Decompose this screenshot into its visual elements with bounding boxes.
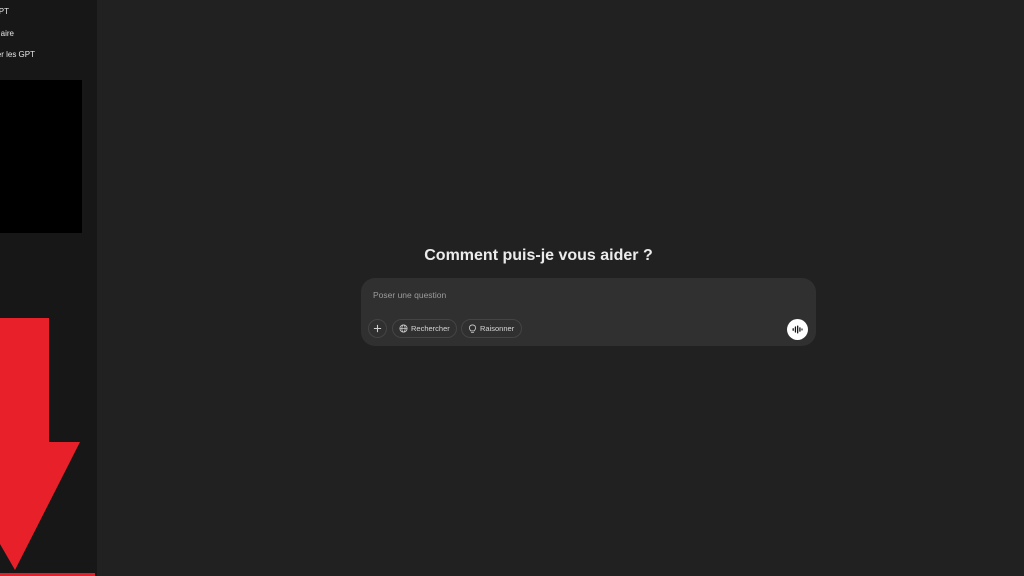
black-media-block [0,80,82,233]
reason-button-label: Raisonner [480,324,515,333]
search-button[interactable]: Rechercher [392,319,457,338]
app-window: PT aire er les GPT Comment puis-je vous … [0,0,1024,576]
lightbulb-icon [468,324,477,333]
search-button-label: Rechercher [411,324,450,333]
voice-waveform-icon [792,325,803,334]
reason-button[interactable]: Raisonner [461,319,522,338]
sidebar-item-library[interactable]: aire [0,25,14,43]
composer: Rechercher Raisonner [361,278,816,346]
prompt-input[interactable] [371,286,775,304]
voice-mode-button[interactable] [787,319,808,340]
page-title: Comment puis-je vous aider ? [424,247,653,264]
plus-icon [373,324,382,333]
sidebar-item-label: PT [0,7,9,16]
globe-icon [399,324,408,333]
sidebar-item-label: er les GPT [0,50,35,59]
sidebar-item-explore-gpts[interactable]: er les GPT [0,46,35,64]
main-panel: Comment puis-je vous aider ? Rechercher [97,0,1024,576]
add-attachment-button[interactable] [368,319,387,338]
sidebar-item-label: aire [0,29,14,38]
red-down-arrow [0,318,80,570]
sidebar: PT aire er les GPT [0,0,97,576]
sidebar-item-chatgpt[interactable]: PT [0,3,9,21]
